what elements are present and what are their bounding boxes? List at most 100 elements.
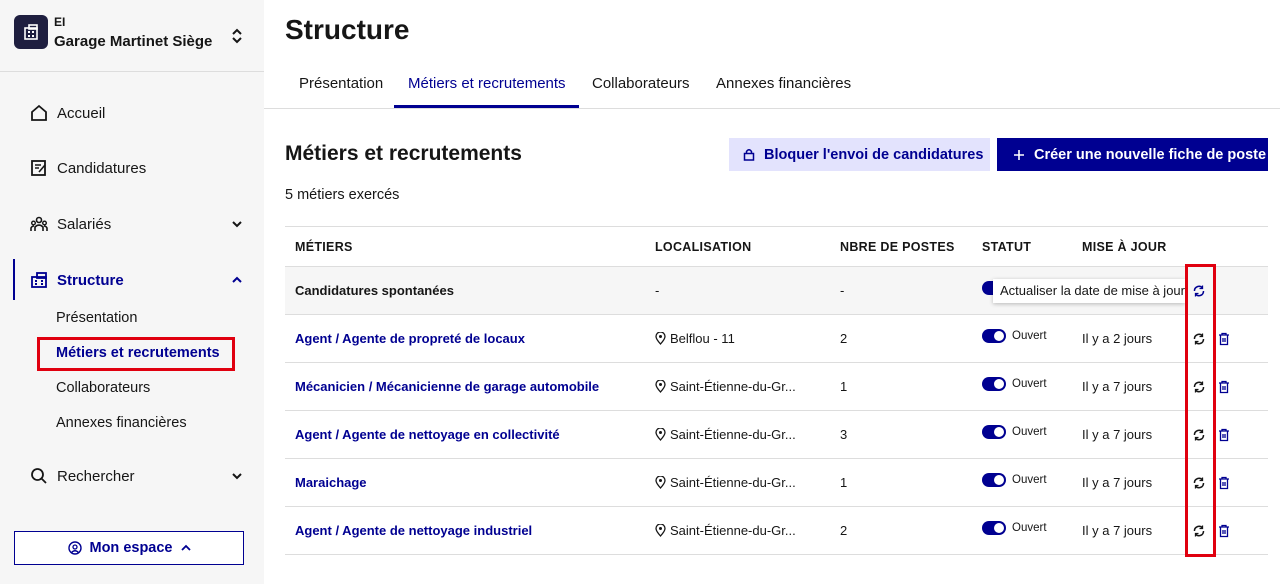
column-header: MÉTIERS [295, 240, 353, 254]
status-label: Ouvert [1012, 426, 1047, 438]
block-applications-label: Bloquer l'envoi de candidatures [764, 146, 984, 163]
map-pin-icon [655, 524, 666, 537]
job-posts: 2 [840, 523, 848, 538]
job-status: Ouvert [982, 473, 1047, 487]
job-posts: - [840, 283, 845, 298]
job-name-link[interactable]: Agent / Agente de propreté de locaux [295, 331, 525, 346]
location-text: Belflou - 11 [670, 331, 735, 346]
organization-name: Garage Martinet Siège [54, 33, 213, 50]
sidebar-subitem-annexes[interactable]: Annexes financières [56, 415, 187, 431]
lock-icon [743, 149, 755, 161]
trash-icon[interactable] [1218, 524, 1230, 538]
trash-icon[interactable] [1218, 332, 1230, 346]
highlight-annotation [37, 337, 235, 371]
job-name: Candidatures spontanées [295, 283, 454, 298]
building-icon [31, 272, 47, 288]
map-pin-icon [655, 380, 666, 393]
trash-icon[interactable] [1218, 428, 1230, 442]
status-toggle[interactable] [982, 329, 1006, 343]
table-header: MÉTIERS LOCALISATION NBRE DE POSTES STAT… [285, 226, 1268, 267]
column-header: MISE À JOUR [1082, 240, 1167, 254]
status-toggle[interactable] [982, 473, 1006, 487]
map-pin-icon [655, 428, 666, 441]
job-posts: 3 [840, 427, 848, 442]
job-location: Saint-Étienne-du-Gr... [655, 379, 796, 394]
job-status: Ouvert [982, 377, 1047, 391]
sidebar-subitem-presentation[interactable]: Présentation [56, 310, 137, 326]
job-updated: Il y a 7 jours [1082, 523, 1153, 538]
status-label: Ouvert [1012, 522, 1047, 534]
job-name-link[interactable]: Maraichage [295, 475, 367, 490]
job-status: Ouvert [982, 521, 1047, 535]
mon-espace-button[interactable]: Mon espace [14, 531, 244, 565]
sidebar-item-label: Rechercher [57, 468, 135, 485]
team-icon [30, 216, 48, 231]
job-updated: Il y a 7 jours [1082, 427, 1153, 442]
block-applications-button[interactable]: Bloquer l'envoi de candidatures [729, 138, 990, 171]
refresh-tooltip: Actualiser la date de mise à jour [993, 279, 1185, 303]
chevron-up-icon [180, 544, 191, 551]
location-text: Saint-Étienne-du-Gr... [670, 475, 796, 490]
tab-bar: Présentation Métiers et recrutements Col… [264, 62, 1280, 109]
status-label: Ouvert [1012, 378, 1047, 390]
job-name-link[interactable]: Agent / Agente de nettoyage en collectiv… [295, 427, 560, 442]
sidebar-item-candidatures[interactable]: Candidatures [0, 148, 264, 188]
user-circle-icon [67, 541, 82, 555]
table-row: Agent / Agente de nettoyage industriel S… [285, 507, 1268, 555]
status-label: Ouvert [1012, 474, 1047, 486]
building-logo-icon [14, 15, 48, 49]
sidebar-item-accueil[interactable]: Accueil [0, 93, 264, 133]
location-text: Saint-Étienne-du-Gr... [670, 523, 796, 538]
sidebar-item-structure[interactable]: Structure [0, 260, 264, 300]
table-row: Agent / Agente de nettoyage en collectiv… [285, 411, 1268, 459]
active-tab-indicator [394, 105, 579, 108]
location-text: Saint-Étienne-du-Gr... [670, 427, 796, 442]
sidebar-item-label: Structure [57, 272, 124, 289]
tab-metiers-recrutements[interactable]: Métiers et recrutements [408, 75, 566, 92]
tab-presentation[interactable]: Présentation [299, 75, 383, 92]
location-text: Saint-Étienne-du-Gr... [670, 379, 796, 394]
job-location: - [655, 283, 660, 298]
trash-icon[interactable] [1218, 476, 1230, 490]
job-posts: 2 [840, 331, 848, 346]
sidebar: EI Garage Martinet Siège Accueil Candida… [0, 0, 264, 584]
home-icon [31, 104, 47, 121]
column-header: LOCALISATION [655, 240, 752, 254]
job-updated: Il y a 2 jours [1082, 331, 1153, 346]
edit-document-icon [31, 160, 46, 176]
sidebar-subitem-collaborateurs[interactable]: Collaborateurs [56, 380, 150, 396]
sidebar-item-label: Candidatures [57, 160, 147, 177]
chevron-down-icon [232, 221, 242, 228]
job-updated: Il y a 7 jours [1082, 475, 1153, 490]
expand-collapse-icon[interactable] [229, 27, 245, 45]
table-row: Agent / Agente de propreté de locaux Bel… [285, 315, 1268, 363]
job-location: Saint-Étienne-du-Gr... [655, 523, 796, 538]
tab-collaborateurs[interactable]: Collaborateurs [592, 75, 690, 92]
sidebar-item-rechercher[interactable]: Rechercher [0, 456, 264, 496]
page-title: Structure [285, 14, 410, 45]
job-name-link[interactable]: Agent / Agente de nettoyage industriel [295, 523, 532, 538]
organization-switcher[interactable]: EI Garage Martinet Siège [0, 0, 264, 72]
job-location: Saint-Étienne-du-Gr... [655, 475, 796, 490]
job-status: Ouvert [982, 425, 1047, 439]
sidebar-item-salaries[interactable]: Salariés [0, 204, 264, 244]
tab-annexes-financieres[interactable]: Annexes financières [716, 75, 851, 92]
sidebar-item-label: Accueil [57, 105, 106, 122]
job-name-link[interactable]: Mécanicien / Mécanicienne de garage auto… [295, 379, 599, 394]
search-icon [31, 468, 47, 484]
status-label: Ouvert [1012, 330, 1047, 342]
status-toggle[interactable] [982, 425, 1006, 439]
sidebar-item-label: Salariés [57, 216, 112, 233]
status-toggle[interactable] [982, 377, 1006, 391]
table-row: Maraichage Saint-Étienne-du-Gr... 1 Ouve… [285, 459, 1268, 507]
section-title: Métiers et recrutements [285, 142, 522, 165]
mon-espace-label: Mon espace [89, 540, 173, 556]
create-job-button[interactable]: Créer une nouvelle fiche de poste [997, 138, 1268, 171]
trash-icon[interactable] [1218, 380, 1230, 394]
job-status: Ouvert [982, 329, 1047, 343]
chevron-up-icon [232, 276, 242, 283]
status-toggle[interactable] [982, 521, 1006, 535]
map-pin-icon [655, 332, 666, 345]
job-posts: 1 [840, 475, 848, 490]
create-job-label: Créer une nouvelle fiche de poste [1034, 146, 1267, 163]
